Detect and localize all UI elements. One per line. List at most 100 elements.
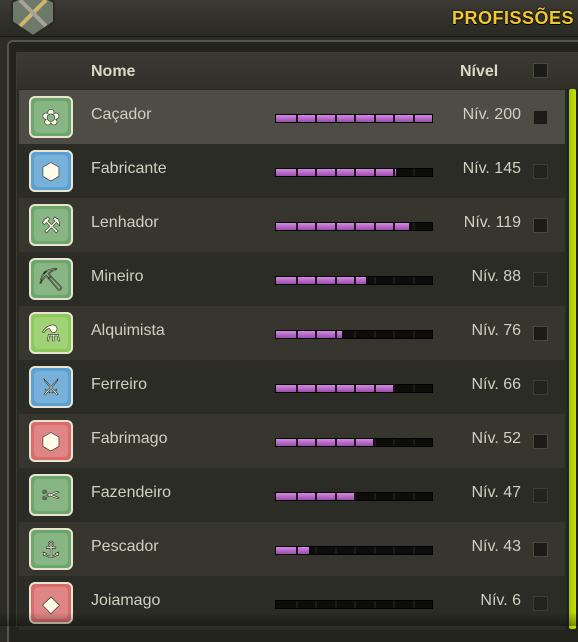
top-bar: PROFISSÕES (0, 0, 578, 37)
bar-segment-divider (412, 385, 415, 392)
svg-text:⬢: ⬢ (41, 160, 60, 185)
profession-checkbox[interactable] (533, 272, 548, 287)
bar-segment-divider (334, 493, 337, 500)
svg-text:✿: ✿ (42, 106, 60, 131)
svg-text:⬢: ⬢ (41, 430, 60, 455)
profession-row[interactable]: ⬢ Fabrimago Nív. 52 (19, 414, 565, 468)
bar-segment-divider (373, 439, 376, 446)
level-progress-bar (275, 168, 433, 177)
profession-row[interactable]: ⚗ Alquimista Nív. 76 (19, 306, 565, 360)
bar-segment-divider (393, 169, 395, 176)
bar-segment-divider (412, 493, 415, 500)
bar-segment-divider (315, 385, 317, 392)
bar-segment-divider (315, 547, 317, 554)
profession-checkbox[interactable] (533, 326, 548, 341)
bar-segment-divider (412, 331, 415, 338)
profession-name: Caçador (91, 106, 152, 123)
bar-segment-divider (334, 439, 337, 446)
level-progress-bar (275, 330, 433, 339)
bar-segment-divider (315, 601, 317, 608)
profession-row[interactable]: ⚒ Lenhador Nív. 119 (19, 198, 565, 252)
bar-segment-divider (393, 385, 395, 392)
bar-segment-divider (393, 547, 395, 554)
column-header-level[interactable]: Nível (460, 63, 498, 81)
profession-row[interactable]: ⚔ Ferreiro Nív. 66 (19, 360, 565, 414)
bar-segment-divider (354, 385, 356, 392)
profession-name: Ferreiro (91, 376, 148, 393)
svg-text:⚓: ⚓ (41, 538, 61, 563)
professions-list-panel: Nome Nível ✿ Caçador Nív. 200 ⬢ Fabricante Ní… (16, 52, 578, 630)
professions-list: ✿ Caçador Nív. 200 ⬢ Fabricante Nív. 145 ⚒ Lenh… (19, 90, 565, 630)
level-progress-fill (276, 439, 373, 446)
svg-text:⚗: ⚗ (41, 322, 61, 347)
profession-name: Fazendeiro (91, 484, 172, 501)
bar-segment-divider (334, 385, 337, 392)
bar-segment-divider (295, 547, 298, 554)
profession-row[interactable]: ✂ Fazendeiro Nív. 47 (19, 468, 565, 522)
bar-segment-divider (412, 547, 415, 554)
profession-checkbox[interactable] (533, 164, 548, 179)
profession-checkbox[interactable] (533, 596, 548, 611)
farmer-icon: ✂ (29, 474, 73, 516)
bar-segment-divider (295, 385, 298, 392)
profession-row[interactable]: ⬢ Fabricante Nív. 145 (19, 144, 565, 198)
bar-segment-divider (354, 493, 356, 500)
profession-name: Alquimista (91, 322, 165, 339)
bar-segment-divider (393, 223, 395, 230)
bar-segment-divider (315, 493, 317, 500)
profession-checkbox[interactable] (533, 380, 548, 395)
profession-name: Lenhador (91, 214, 159, 231)
bar-segment-divider (373, 169, 376, 176)
bar-segment-divider (393, 601, 395, 608)
select-all-checkbox[interactable] (533, 63, 548, 78)
level-progress-bar (275, 600, 433, 609)
profession-checkbox[interactable] (533, 110, 548, 125)
level-progress-fill (276, 277, 367, 284)
bar-segment-divider (393, 439, 395, 446)
column-header-name[interactable]: Nome (91, 63, 135, 81)
bar-segment-divider (315, 331, 317, 338)
fisherman-icon: ⚓ (29, 528, 73, 570)
level-progress-fill (276, 547, 309, 554)
bar-segment-divider (334, 223, 337, 230)
level-progress-fill (276, 331, 342, 338)
profession-row[interactable]: ⚓ Pescador Nív. 43 (19, 522, 565, 576)
lumberjack-icon: ⚒ (29, 204, 73, 246)
profession-name: Mineiro (91, 268, 144, 285)
bar-segment-divider (295, 169, 298, 176)
bar-segment-divider (315, 277, 317, 284)
bar-segment-divider (412, 601, 415, 608)
bar-segment-divider (354, 439, 356, 446)
level-progress-bar (275, 546, 433, 555)
bar-segment-divider (412, 115, 415, 122)
bar-segment-divider (373, 547, 376, 554)
bar-segment-divider (315, 439, 317, 446)
profession-checkbox[interactable] (533, 218, 548, 233)
bar-segment-divider (354, 547, 356, 554)
profession-row[interactable]: ⛏ Mineiro Nív. 88 (19, 252, 565, 306)
bar-segment-divider (315, 169, 317, 176)
profession-row[interactable]: ✿ Caçador Nív. 200 (19, 90, 565, 144)
scrollbar-thumb[interactable] (569, 89, 576, 629)
bar-segment-divider (373, 493, 376, 500)
profession-level: Nív. 6 (480, 592, 521, 609)
bar-segment-divider (295, 493, 298, 500)
level-progress-bar (275, 114, 433, 123)
profession-level: Nív. 47 (471, 484, 522, 501)
profession-checkbox[interactable] (533, 488, 548, 503)
hunter-icon: ✿ (29, 96, 73, 138)
profession-level: Nív. 200 (462, 106, 521, 123)
miner-icon: ⛏ (29, 258, 73, 300)
bar-segment-divider (373, 115, 376, 122)
crossed-tools-icon (11, 0, 55, 36)
profession-checkbox[interactable] (533, 434, 548, 449)
level-progress-bar (275, 276, 433, 285)
bar-segment-divider (393, 115, 395, 122)
level-progress-bar (275, 384, 433, 393)
svg-text:⚔: ⚔ (41, 376, 61, 401)
panel-title: PROFISSÕES (451, 8, 574, 28)
profession-checkbox[interactable] (533, 542, 548, 557)
bottom-shadow (0, 612, 578, 626)
bar-segment-divider (354, 277, 356, 284)
bar-segment-divider (315, 115, 317, 122)
